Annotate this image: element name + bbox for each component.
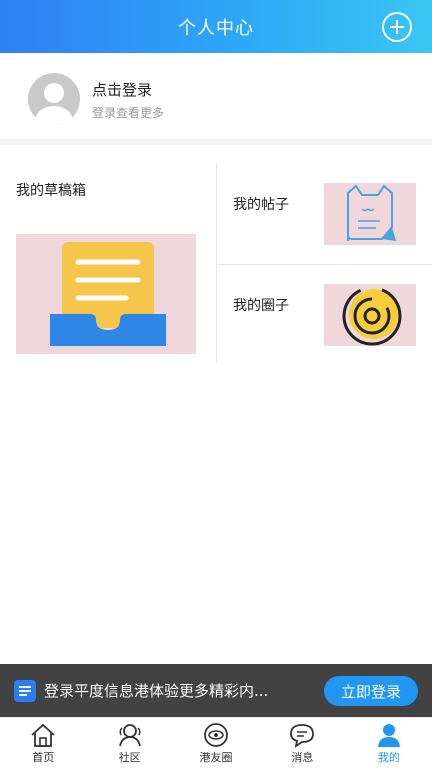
tab-home[interactable]: 首页 <box>0 718 86 768</box>
my-circles-item[interactable]: 我的圈子 <box>217 265 432 365</box>
default-avatar-icon <box>35 83 73 125</box>
circle-target-icon <box>342 286 402 346</box>
login-title[interactable]: 点击登录 <box>92 79 152 100</box>
cat-note-icon <box>347 184 396 241</box>
avatar[interactable] <box>28 73 80 125</box>
top-bar: 个人中心 <box>0 0 432 53</box>
tab-messages[interactable]: 消息 <box>259 718 345 768</box>
page-title: 个人中心 <box>178 17 254 39</box>
login-now-button[interactable]: 立即登录 <box>324 676 418 706</box>
tab-label: 我的 <box>377 751 400 764</box>
add-button[interactable] <box>382 12 412 42</box>
app-logo-icon <box>14 680 36 702</box>
profile-icon <box>377 724 400 747</box>
home-icon <box>31 723 55 747</box>
tab-community[interactable]: 社区 <box>86 718 172 768</box>
drafts-label: 我的草稿箱 <box>16 183 86 199</box>
circles-label: 我的圈子 <box>233 298 289 314</box>
feature-grid: 我的草稿箱 我的帖子 我的圈子 <box>0 151 432 365</box>
banner-text: 登录平度信息港体验更多精彩内... <box>44 682 269 700</box>
drafts-illustration <box>16 234 196 354</box>
drafts-box-icon <box>50 242 166 346</box>
drafts-card[interactable]: 我的草稿箱 <box>0 151 216 365</box>
login-card[interactable]: 点击登录 登录查看更多 <box>0 53 432 145</box>
circles-illustration <box>324 284 416 346</box>
tab-label: 消息 <box>291 751 314 764</box>
login-subtitle: 登录查看更多 <box>92 106 165 120</box>
plus-icon <box>390 20 404 34</box>
tab-label: 社区 <box>118 751 141 764</box>
posts-label: 我的帖子 <box>233 197 289 213</box>
tab-label: 首页 <box>32 751 55 764</box>
tab-profile[interactable]: 我的 <box>346 718 432 768</box>
posts-illustration <box>324 183 416 245</box>
community-icon <box>118 724 141 747</box>
tab-label: 港友圈 <box>199 751 233 764</box>
bottom-tab-bar: 首页 社区 港友圈 消息 我的 <box>0 717 432 768</box>
screen: 个人中心 点击登录 登录查看更多 我的草稿箱 我的帖子 我的圈子 登录平度信息港… <box>0 0 432 768</box>
my-posts-item[interactable]: 我的帖子 <box>217 163 432 263</box>
login-banner: 登录平度信息港体验更多精彩内... 立即登录 <box>0 664 432 717</box>
message-icon <box>290 724 315 748</box>
tab-friends-circle[interactable]: 港友圈 <box>173 718 259 768</box>
friends-circle-icon <box>204 723 228 747</box>
